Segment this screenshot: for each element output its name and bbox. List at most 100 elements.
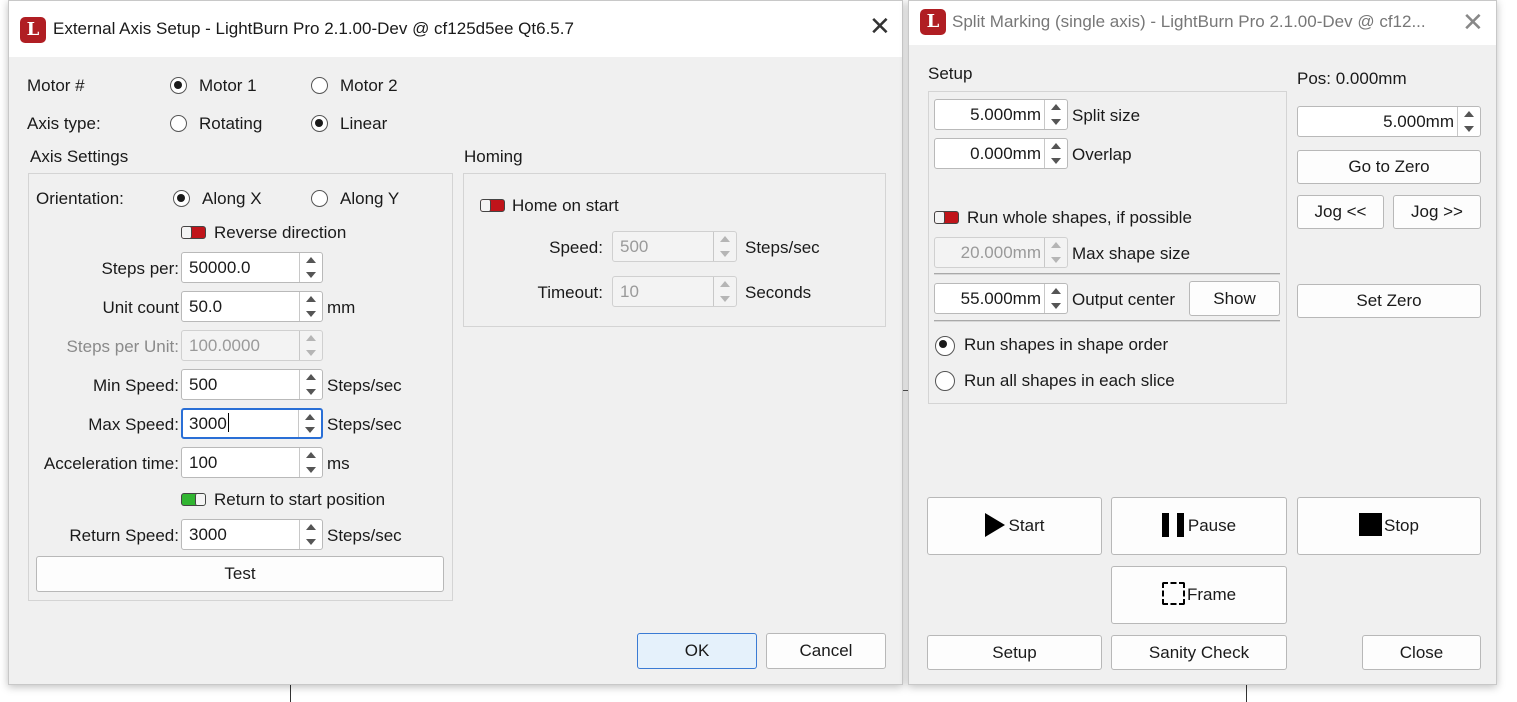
linear-label[interactable]: Linear	[340, 113, 387, 135]
timeout-unit: Seconds	[745, 283, 812, 302]
spin-down-icon[interactable]	[1045, 115, 1067, 130]
pause-button[interactable]: Pause	[1111, 497, 1287, 555]
spin-down-icon[interactable]	[300, 268, 322, 283]
jog-forward-button[interactable]: Jog >>	[1393, 195, 1481, 229]
jog-forward-label: Jog >>	[1411, 202, 1463, 221]
max-speed-spinbox[interactable]: 3000	[181, 408, 323, 439]
run-whole-shapes-toggle[interactable]	[934, 211, 959, 224]
motor1-radio[interactable]	[170, 77, 187, 94]
spin-up-icon[interactable]	[300, 520, 322, 535]
spin-down-icon[interactable]	[1458, 122, 1480, 137]
spin-down-icon[interactable]	[300, 307, 322, 322]
stop-button[interactable]: Stop	[1297, 497, 1481, 555]
unit-count-spinbox[interactable]: 50.0	[181, 291, 323, 322]
overlap-spinbox[interactable]: 0.000mm	[934, 138, 1068, 169]
along-x-label[interactable]: Along X	[202, 188, 262, 210]
spin-down-icon[interactable]	[300, 463, 322, 478]
spin-arrows[interactable]	[298, 410, 321, 437]
spin-up-icon[interactable]	[299, 410, 321, 424]
spin-down-icon[interactable]	[300, 535, 322, 550]
jog-back-label: Jog <<	[1314, 202, 1367, 221]
reverse-direction-toggle[interactable]	[181, 226, 206, 239]
spin-down-icon[interactable]	[1045, 154, 1067, 169]
stop-label: Stop	[1384, 516, 1419, 535]
spin-up-icon[interactable]	[1045, 284, 1067, 299]
spin-down-icon[interactable]	[300, 385, 322, 400]
jog-distance-spinbox[interactable]: 5.000mm	[1297, 106, 1481, 137]
spin-down-icon[interactable]	[299, 424, 321, 438]
run-each-slice-label[interactable]: Run all shapes in each slice	[964, 370, 1175, 392]
steps-per-spinbox[interactable]: 50000.0	[181, 252, 323, 283]
return-to-start-toggle[interactable]	[181, 493, 206, 506]
spin-down-icon[interactable]	[1045, 299, 1067, 314]
go-to-zero-button[interactable]: Go to Zero	[1297, 150, 1481, 184]
run-whole-shapes-label[interactable]: Run whole shapes, if possible	[967, 207, 1192, 229]
start-button[interactable]: Start	[927, 497, 1102, 555]
max-speed-value: 3000	[189, 413, 295, 435]
rotating-label[interactable]: Rotating	[199, 113, 262, 135]
spin-arrows[interactable]	[299, 292, 322, 321]
home-on-start-toggle[interactable]	[480, 199, 505, 212]
frame-icon	[1161, 582, 1185, 605]
close-icon[interactable]: ✕	[1462, 7, 1484, 37]
spin-up-icon[interactable]	[300, 292, 322, 307]
spin-arrows	[1044, 238, 1067, 267]
spin-arrows[interactable]	[299, 448, 322, 477]
home-on-start-label[interactable]: Home on start	[512, 195, 619, 217]
linear-radio[interactable]	[311, 115, 328, 132]
set-zero-button[interactable]: Set Zero	[1297, 284, 1481, 318]
spin-up-icon[interactable]	[1458, 107, 1480, 122]
spin-arrows[interactable]	[1457, 107, 1480, 136]
homing-speed-spinbox: 500	[612, 231, 737, 262]
spin-up-icon[interactable]	[300, 253, 322, 268]
test-button[interactable]: Test	[36, 556, 444, 592]
close-button-label: Close	[1399, 643, 1444, 662]
spin-up-icon[interactable]	[300, 370, 322, 385]
cancel-button[interactable]: Cancel	[766, 633, 886, 669]
output-center-spinbox[interactable]: 55.000mm	[934, 283, 1068, 314]
return-to-start-label[interactable]: Return to start position	[214, 489, 385, 511]
jog-back-button[interactable]: Jog <<	[1297, 195, 1384, 229]
spin-arrows[interactable]	[299, 520, 322, 549]
close-button[interactable]: Close	[1362, 635, 1481, 670]
motor2-label[interactable]: Motor 2	[340, 75, 398, 97]
max-shape-spinbox: 20.000mm	[934, 237, 1068, 268]
close-icon[interactable]: ✕	[869, 11, 891, 41]
split-size-spinbox[interactable]: 5.000mm	[934, 99, 1068, 130]
spin-arrows[interactable]	[1044, 139, 1067, 168]
along-y-label[interactable]: Along Y	[340, 188, 399, 210]
text-caret	[227, 413, 229, 432]
sanity-check-button[interactable]: Sanity Check	[1111, 635, 1287, 670]
along-y-radio[interactable]	[311, 190, 328, 207]
motor1-label[interactable]: Motor 1	[199, 75, 257, 97]
spin-up-icon[interactable]	[1045, 139, 1067, 154]
split-marking-dialog: L Split Marking (single axis) - LightBur…	[908, 0, 1497, 685]
along-x-radio[interactable]	[173, 190, 190, 207]
spin-arrows[interactable]	[299, 370, 322, 399]
show-button-label: Show	[1213, 289, 1256, 308]
min-speed-spinbox[interactable]: 500	[181, 369, 323, 400]
title-bar[interactable]: L External Axis Setup - LightBurn Pro 2.…	[9, 1, 902, 57]
spin-arrows	[713, 277, 736, 306]
show-button[interactable]: Show	[1189, 281, 1280, 316]
motor2-radio[interactable]	[311, 77, 328, 94]
accel-spinbox[interactable]: 100	[181, 447, 323, 478]
orientation-label: Orientation:	[36, 189, 124, 208]
run-shape-order-radio[interactable]	[935, 336, 955, 356]
ok-button[interactable]: OK	[637, 633, 757, 669]
spin-up-icon[interactable]	[300, 448, 322, 463]
reverse-direction-label[interactable]: Reverse direction	[214, 222, 346, 244]
spin-up-icon[interactable]	[1045, 100, 1067, 115]
spin-arrows[interactable]	[1044, 284, 1067, 313]
title-bar[interactable]: L Split Marking (single axis) - LightBur…	[909, 1, 1496, 45]
frame-button[interactable]: Frame	[1111, 566, 1287, 624]
rotating-radio[interactable]	[170, 115, 187, 132]
spin-arrows[interactable]	[299, 253, 322, 282]
return-speed-spinbox[interactable]: 3000	[181, 519, 323, 550]
spin-arrows[interactable]	[1044, 100, 1067, 129]
window-title: Split Marking (single axis) - LightBurn …	[952, 12, 1426, 31]
run-each-slice-radio[interactable]	[935, 371, 955, 391]
overlap-label: Overlap	[1072, 145, 1132, 164]
setup-button[interactable]: Setup	[927, 635, 1102, 670]
run-shape-order-label[interactable]: Run shapes in shape order	[964, 334, 1168, 356]
